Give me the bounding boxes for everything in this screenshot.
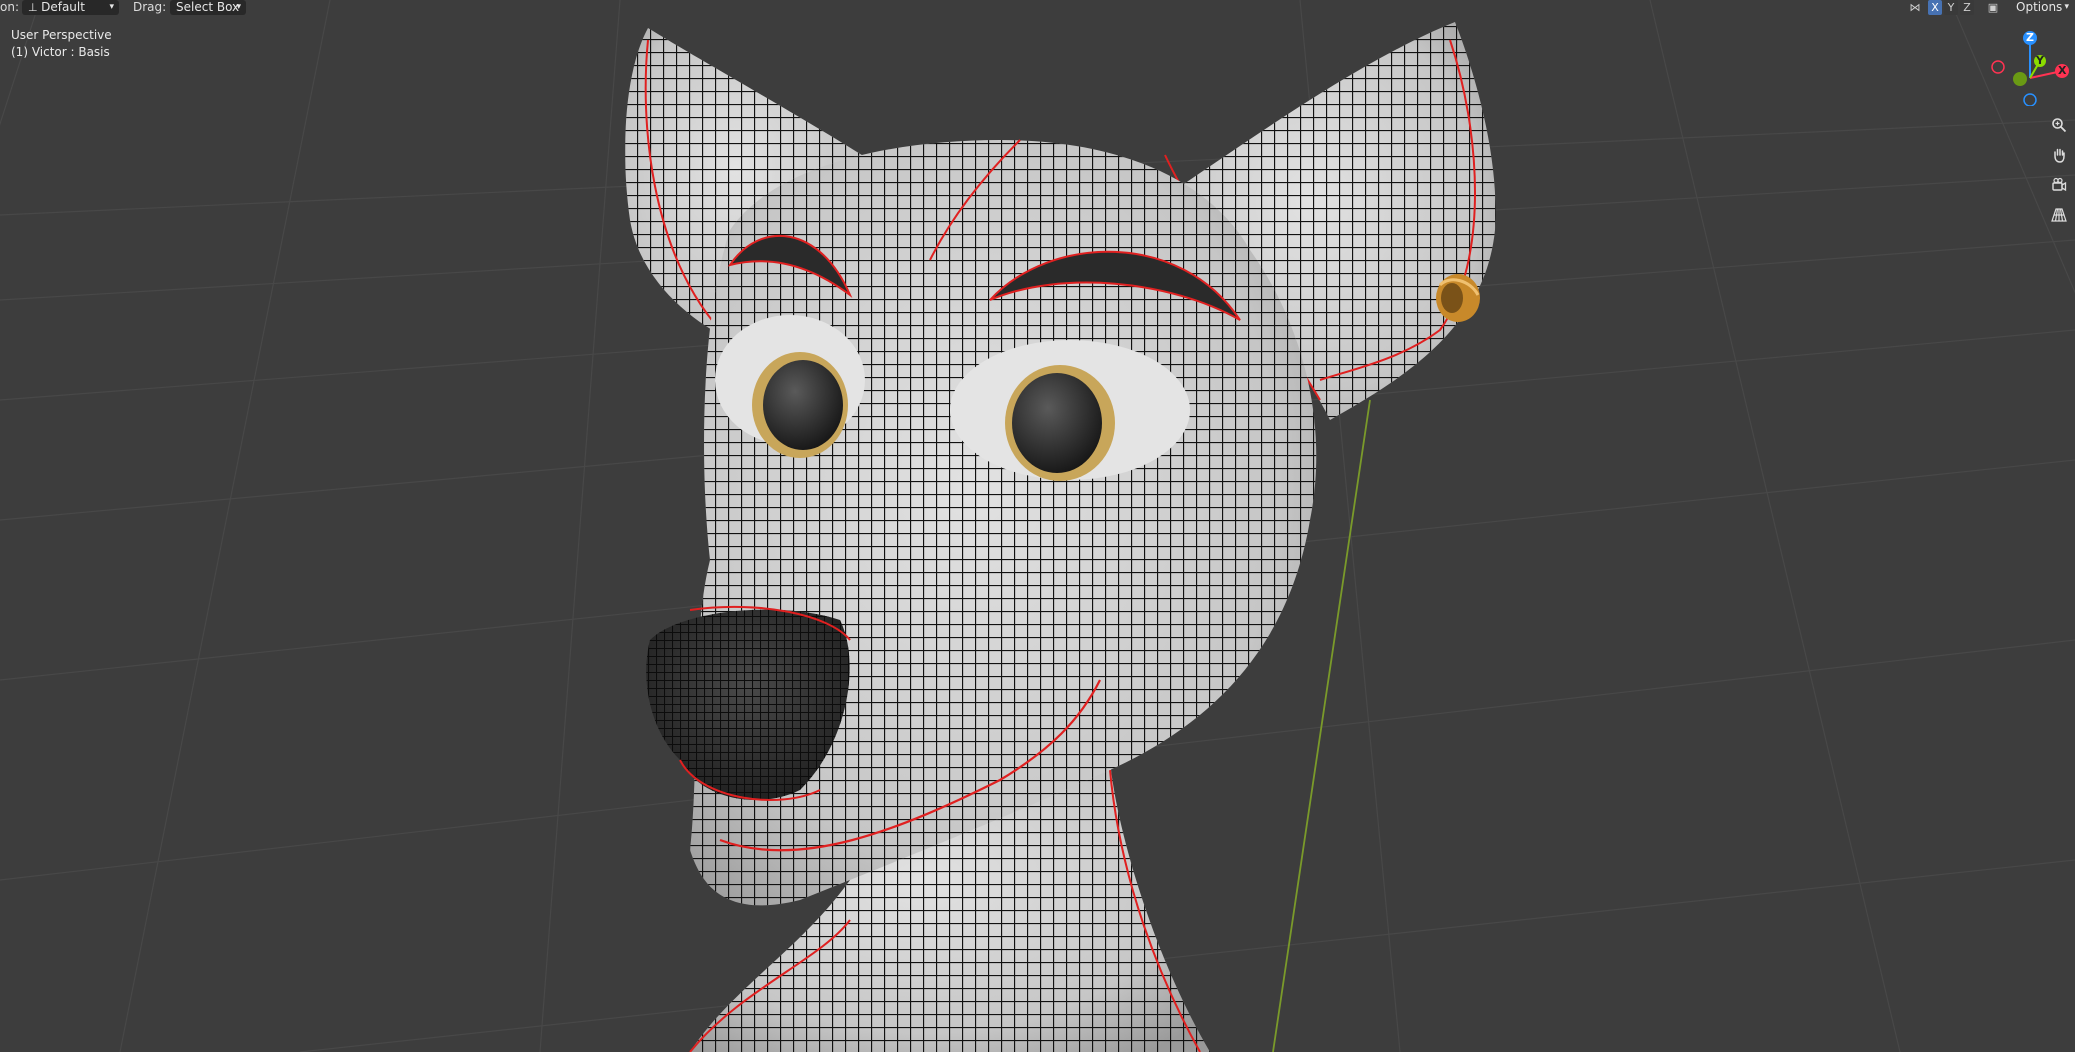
options-dropdown[interactable]: Options ▾ xyxy=(2010,0,2074,15)
mirror-x-toggle[interactable]: X xyxy=(1928,0,1942,15)
symmetry-icon[interactable]: ▣ xyxy=(1986,0,2000,15)
gizmo-y-label: Y xyxy=(2036,54,2044,67)
orientation-label: on: xyxy=(0,0,19,14)
chevron-down-icon: ▾ xyxy=(109,2,114,12)
chevron-down-icon: ▾ xyxy=(2064,2,2069,12)
tool-header: on: ⊥ Default ▾ Drag: Select Box ▾ ⋈ X Y… xyxy=(0,0,2075,15)
drag-label: Drag: xyxy=(133,0,167,14)
view-name: User Perspective xyxy=(11,28,112,42)
object-info: (1) Victor : Basis xyxy=(11,45,110,59)
drag-value: Select Box xyxy=(176,0,240,14)
perspective-toggle-button[interactable] xyxy=(2046,202,2072,228)
orientation-dropdown[interactable]: ⊥ Default ▾ xyxy=(22,0,119,15)
mirror-z-toggle[interactable]: Z xyxy=(1960,0,1974,15)
options-label: Options xyxy=(2016,0,2063,14)
orientation-value: Default xyxy=(41,0,85,14)
zoom-icon xyxy=(2052,118,2067,133)
navigation-gizmo[interactable]: Z X Y xyxy=(1990,26,2070,107)
right-eye xyxy=(950,340,1190,481)
camera-view-button[interactable] xyxy=(2046,172,2072,198)
pan-hand-icon xyxy=(2054,148,2065,163)
mirror-icon[interactable]: ⋈ xyxy=(1908,0,1922,15)
chevron-down-icon: ▾ xyxy=(236,2,241,12)
gizmo-z-label: Z xyxy=(2026,31,2034,44)
3d-viewport[interactable] xyxy=(0,0,2075,1052)
mirror-y-toggle[interactable]: Y xyxy=(1944,0,1958,15)
earring xyxy=(1436,274,1480,322)
pan-button[interactable] xyxy=(2046,142,2072,168)
perspective-grid-icon xyxy=(2051,208,2067,222)
transform-orientation-icon: ⊥ xyxy=(28,1,42,14)
drag-dropdown[interactable]: Select Box ▾ xyxy=(170,0,246,15)
gizmo-x-label: X xyxy=(2058,64,2067,77)
camera-view-icon xyxy=(2052,177,2067,192)
zoom-button[interactable] xyxy=(2046,112,2072,138)
